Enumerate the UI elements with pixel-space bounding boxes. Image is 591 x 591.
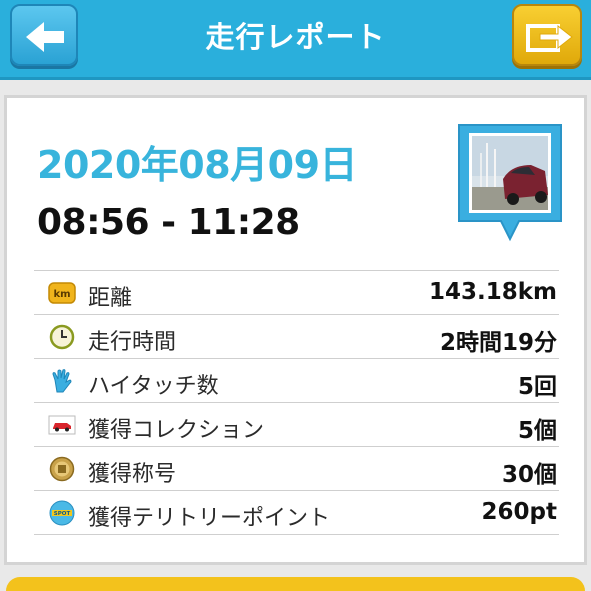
bottom-action-button[interactable] [6, 577, 585, 591]
report-card: 2020年08月09日 08:56 - 11:28 km 距離 143.18km [4, 95, 587, 565]
share-icon [526, 24, 573, 52]
stat-value: 5個 [517, 418, 557, 444]
km-icon: km [48, 282, 76, 304]
title-badge-icon [49, 456, 75, 482]
high-five-icon [52, 369, 72, 393]
stat-value: 30個 [501, 462, 557, 488]
stat-row-distance: km 距離 143.18km [34, 271, 559, 315]
stat-row-high-five: ハイタッチ数 5回 [34, 359, 559, 403]
stat-row-titles: 獲得称号 30個 [34, 447, 559, 491]
stat-row-collection: 獲得コレクション 5個 [34, 403, 559, 447]
stat-row-territory-points: SPOT 獲得テリトリーポイント 260pt [34, 491, 559, 535]
stat-label: 走行時間 [88, 330, 177, 355]
stat-label: 獲得称号 [88, 462, 177, 487]
stat-value: 143.18km [428, 279, 557, 305]
share-button[interactable] [512, 4, 582, 66]
stat-label: 獲得コレクション [88, 418, 265, 443]
clock-icon [49, 324, 75, 350]
svg-text:SPOT: SPOT [54, 511, 71, 517]
stat-label: 獲得テリトリーポイント [88, 506, 331, 531]
stat-label: ハイタッチ数 [88, 374, 219, 399]
stat-value: 5回 [517, 374, 557, 400]
app-header: 走行レポート [0, 0, 591, 80]
stat-value: 260pt [481, 499, 557, 525]
spot-icon: SPOT [49, 500, 75, 526]
stat-value: 2時間19分 [439, 330, 557, 356]
car-collection-icon [48, 415, 76, 435]
stats-list: km 距離 143.18km 走行時間 2時間19分 ハイタッチ数 5回 獲得コ… [34, 270, 559, 535]
stat-row-drive-time: 走行時間 2時間19分 [34, 315, 559, 359]
svg-text:km: km [53, 289, 70, 300]
car-photo-thumbnail[interactable] [455, 121, 565, 251]
page-title: 走行レポート [205, 20, 386, 54]
report-time-range: 08:56 - 11:28 [37, 202, 300, 243]
report-date: 2020年08月09日 [37, 143, 358, 187]
stat-label: 距離 [88, 286, 133, 311]
